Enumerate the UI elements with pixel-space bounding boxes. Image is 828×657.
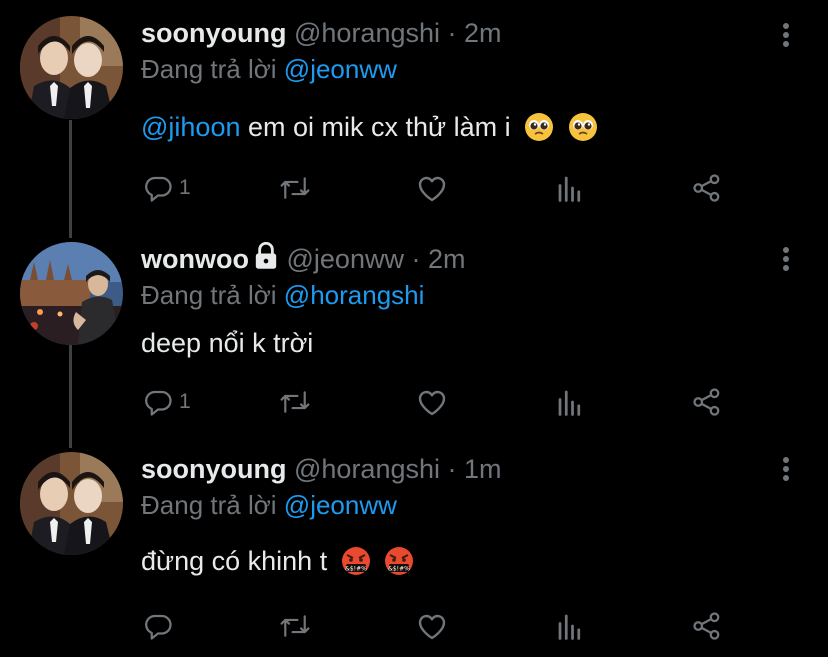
tweet-text: đừng có khinh t &$!#% &$!#% [141, 544, 414, 578]
replying-to-handle[interactable]: @jeonww [284, 54, 397, 84]
pleading-face-emoji [525, 113, 554, 141]
replying-to-label: Đang trả lời [141, 490, 277, 520]
like-button[interactable] [416, 382, 448, 422]
tweet-text: @jihoon em oi mik cx thử làm i [141, 110, 598, 144]
analytics-icon [558, 176, 581, 202]
reply-icon [145, 614, 172, 640]
retweet-button[interactable] [278, 168, 312, 208]
heart-icon [418, 176, 446, 202]
tweet-text-content: em oi mik cx thử làm i [248, 112, 511, 142]
user-handle[interactable]: @horangshi [294, 18, 440, 48]
tweet-actions: 1 [0, 168, 828, 208]
replying-to-handle[interactable]: @horangshi [284, 280, 425, 310]
display-name[interactable]: soonyoung [141, 454, 286, 484]
replying-to: Đang trả lời @jeonww [141, 488, 397, 522]
heart-icon [418, 390, 446, 416]
share-icon [693, 174, 720, 202]
share-icon [693, 388, 720, 416]
tweet-text-content: đừng có khinh t [141, 546, 328, 576]
tweet[interactable]: soonyoung @horangshi · 2m Đang trả lời @… [0, 16, 828, 216]
share-button[interactable] [692, 382, 722, 422]
tweet-actions [0, 606, 828, 646]
timestamp[interactable]: 1m [464, 454, 502, 484]
cursing-face-emoji: &$!#% [341, 547, 370, 575]
retweet-icon [280, 615, 310, 637]
retweet-icon [280, 177, 310, 199]
reply-button[interactable] [143, 606, 179, 646]
replying-to-label: Đang trả lời [141, 54, 277, 84]
lock-icon [255, 242, 277, 269]
avatar[interactable] [20, 242, 123, 345]
avatar[interactable] [20, 16, 123, 119]
heart-icon [418, 614, 446, 640]
analytics-icon [558, 390, 581, 416]
avatar[interactable] [20, 452, 123, 555]
reply-button[interactable]: 1 [143, 382, 191, 422]
analytics-button[interactable] [556, 606, 584, 646]
tweet-header: soonyoung @horangshi · 1m [141, 452, 502, 486]
replying-to-label: Đang trả lời [141, 280, 277, 310]
tweet-text: deep nổi k trời [141, 326, 313, 360]
more-options-icon[interactable] [775, 452, 797, 486]
reply-button[interactable]: 1 [143, 168, 191, 208]
svg-text:&$!#%: &$!#% [388, 566, 410, 573]
retweet-button[interactable] [278, 606, 312, 646]
user-handle[interactable]: @jeonww [287, 244, 404, 274]
more-options-icon[interactable] [775, 18, 797, 52]
separator: · [447, 18, 457, 48]
reply-icon [145, 176, 172, 202]
replying-to: Đang trả lời @horangshi [141, 278, 424, 312]
share-button[interactable] [692, 606, 722, 646]
user-handle[interactable]: @horangshi [294, 454, 440, 484]
avatar-photo [20, 452, 123, 555]
avatar-photo [20, 242, 123, 345]
reply-count: 1 [179, 390, 191, 413]
pleading-face-emoji [568, 113, 597, 141]
separator: · [411, 244, 421, 274]
analytics-button[interactable] [556, 168, 584, 208]
cursing-face-emoji: &$!#% [385, 547, 414, 575]
retweet-icon [280, 391, 310, 413]
replying-to: Đang trả lời @jeonww [141, 52, 397, 86]
reply-count: 1 [179, 176, 191, 199]
tweet[interactable]: soonyoung @horangshi · 1m Đang trả lời @… [0, 452, 828, 652]
like-button[interactable] [416, 168, 448, 208]
mention-link[interactable]: @jihoon [141, 112, 240, 142]
more-options-icon[interactable] [775, 242, 797, 276]
timestamp[interactable]: 2m [428, 244, 466, 274]
retweet-button[interactable] [278, 382, 312, 422]
analytics-icon [558, 614, 581, 640]
display-name[interactable]: wonwoo [141, 244, 249, 274]
share-icon [693, 612, 720, 640]
avatar-photo [20, 16, 123, 119]
display-name[interactable]: soonyoung [141, 18, 286, 48]
tweet-actions: 1 [0, 382, 828, 422]
svg-text:&$!#%: &$!#% [345, 566, 367, 573]
timestamp[interactable]: 2m [464, 18, 502, 48]
separator: · [447, 454, 457, 484]
analytics-button[interactable] [556, 382, 584, 422]
replying-to-handle[interactable]: @jeonww [284, 490, 397, 520]
reply-icon [145, 390, 172, 416]
tweet-header: soonyoung @horangshi · 2m [141, 16, 502, 50]
tweet[interactable]: wonwoo @jeonww · 2m Đang trả lời @horang… [0, 242, 828, 438]
tweet-text-content: deep nổi k trời [141, 328, 314, 358]
like-button[interactable] [416, 606, 448, 646]
share-button[interactable] [692, 168, 722, 208]
tweet-header: wonwoo @jeonww · 2m [141, 242, 466, 276]
